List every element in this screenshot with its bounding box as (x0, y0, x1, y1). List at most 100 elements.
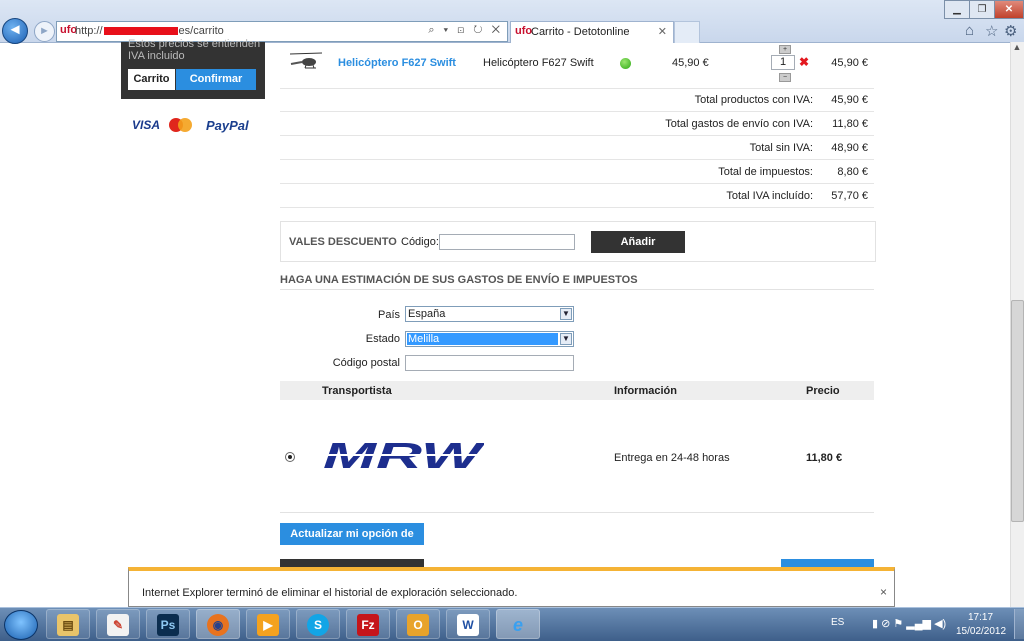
product-total: 45,90 € (831, 57, 868, 69)
discount-box: VALES DESCUENTO Código: Añadir (280, 221, 876, 262)
state-label: Estado (365, 333, 400, 345)
address-bar[interactable]: ufo http://es/carrito ⌕ ▾ ⊡ ↻ ✕ (56, 21, 508, 42)
state-select[interactable]: Melilla ▼ (405, 331, 574, 347)
total-label: Total de impuestos: (718, 166, 813, 178)
taskbar-internet-explorer[interactable]: e (496, 609, 540, 639)
continue-shopping-button[interactable] (280, 559, 424, 567)
scrollbar-thumb[interactable] (1011, 300, 1024, 522)
start-button[interactable] (4, 610, 38, 640)
total-value: 11,80 € (832, 118, 868, 130)
total-row: Total productos con IVA: 45,90 € (280, 88, 874, 112)
tray-icons[interactable]: ▮ ⊘ ⚑ ▂▄▆ ◀) (872, 617, 946, 630)
chevron-down-icon[interactable]: ▼ (560, 308, 572, 320)
taskbar-skype[interactable]: S (296, 609, 340, 639)
update-shipping-button[interactable]: Actualizar mi opción de envío (280, 523, 424, 562)
carrier-table-header: Transportista Información Precio (280, 381, 874, 400)
skype-icon: S (307, 613, 329, 636)
total-row: Total gastos de envío con IVA: 11,80 € (280, 112, 874, 136)
country-select[interactable]: España ▼ (405, 306, 574, 322)
taskbar-media-player[interactable]: ▶ (246, 609, 290, 639)
country-label: País (377, 309, 400, 321)
taskbar-outlook[interactable]: O (396, 609, 440, 639)
paypal-logo: PayPal (206, 118, 249, 133)
country-value: España (408, 308, 446, 320)
tab-close-icon[interactable]: ✕ (658, 25, 667, 38)
total-row: Total IVA incluído: 57,70 € (280, 184, 874, 208)
product-thumbnail[interactable] (288, 50, 324, 72)
shipping-title: HAGA UNA ESTIMACIÓN DE SUS GASTOS DE ENV… (280, 274, 638, 286)
total-value: 45,90 € (831, 94, 868, 106)
product-name-link[interactable]: Helicóptero F627 Swift (338, 57, 456, 69)
word-icon: W (457, 613, 479, 636)
product-description: Helicóptero F627 Swift (483, 57, 594, 69)
taskbar-firefox[interactable]: ◉ (196, 609, 240, 639)
add-discount-button[interactable]: Añadir (591, 231, 685, 253)
taskbar-word[interactable]: W (446, 609, 490, 639)
helicopter-image (289, 52, 323, 69)
postal-code-input[interactable] (405, 355, 574, 371)
product-unit-price: 45,90 € (672, 57, 709, 69)
tab-carrito[interactable]: ufo Carrito - Detotonline ✕ (510, 21, 674, 43)
total-label: Total gastos de envío con IVA: (665, 118, 813, 130)
photoshop-icon: Ps (157, 613, 179, 636)
cart-button[interactable]: Carrito (128, 69, 175, 90)
visa-logo: VISA (132, 118, 161, 132)
system-tray: ES ▮ ⊘ ⚑ ▂▄▆ ◀) 17:17 15/02/2012 (820, 609, 1024, 639)
code-label: Código: (401, 236, 439, 248)
checkout-button[interactable] (781, 559, 874, 567)
forward-arrow-icon[interactable]: ► (34, 21, 55, 42)
folder-icon: ▤ (57, 613, 79, 636)
divider (280, 289, 874, 290)
firefox-icon: ◉ (207, 613, 229, 636)
new-tab-button[interactable] (674, 21, 700, 43)
internet-explorer-icon: e (512, 614, 523, 635)
quantity-input[interactable]: 1 (771, 55, 795, 70)
total-label: Total productos con IVA: (694, 94, 813, 106)
taskbar-explorer[interactable]: ▤ (46, 609, 90, 639)
total-value: 57,70 € (831, 190, 868, 202)
maximize-button[interactable]: ❐ (969, 0, 995, 19)
state-value: Melilla (407, 333, 558, 345)
qty-plus-button[interactable]: + (779, 45, 791, 54)
taskbar-paint[interactable]: ✎ (96, 609, 140, 639)
filezilla-icon: Fz (357, 613, 379, 636)
tab-title: Carrito - Detotonline (531, 26, 630, 38)
back-arrow-icon[interactable]: ◄ (2, 18, 28, 44)
minimize-button[interactable]: ▁ (944, 0, 970, 19)
carrier-price: 11,80 € (806, 452, 843, 464)
close-window-button[interactable]: ✕ (994, 0, 1024, 19)
paint-icon: ✎ (107, 613, 129, 636)
total-label: Total IVA incluído: (726, 190, 813, 202)
header-info: Información (614, 385, 677, 397)
clock-time[interactable]: 17:17 (968, 612, 993, 623)
ie-notification-bar: Internet Explorer terminó de eliminar el… (128, 567, 895, 607)
taskbar-filezilla[interactable]: Fz (346, 609, 390, 639)
gear-icon[interactable]: ⚙ (1004, 22, 1017, 40)
carrier-radio[interactable] (285, 452, 295, 462)
availability-dot (620, 58, 631, 69)
chevron-down-icon[interactable]: ▼ (560, 333, 572, 345)
carrier-info: Entrega en 24-48 horas (614, 452, 730, 464)
url-text: http://es/carrito (75, 25, 224, 37)
delete-icon[interactable]: ✖ (799, 55, 809, 69)
discount-title: VALES DESCUENTO (289, 236, 397, 248)
outlook-icon: O (407, 613, 429, 636)
taskbar-photoshop[interactable]: Ps (146, 609, 190, 639)
total-value: 48,90 € (831, 142, 868, 154)
star-icon[interactable]: ☆ (985, 22, 998, 40)
home-icon[interactable]: ⌂ (965, 22, 974, 39)
close-icon[interactable]: × (880, 585, 887, 599)
confirm-button[interactable]: Confirmar (176, 69, 256, 90)
scroll-up-arrow-icon[interactable]: ▲ (1011, 42, 1023, 56)
address-tools[interactable]: ⌕ ▾ ⊡ ↻ ✕ (428, 24, 503, 37)
header-carrier: Transportista (322, 385, 392, 397)
clock-date[interactable]: 15/02/2012 (956, 626, 1006, 637)
language-indicator[interactable]: ES (831, 617, 844, 628)
show-desktop-button[interactable] (1014, 609, 1024, 639)
total-value: 8,80 € (837, 166, 868, 178)
discount-code-input[interactable] (439, 234, 575, 250)
prices-note: Estos precios se entienden IVA incluido (128, 38, 261, 62)
total-row: Total de impuestos: 8,80 € (280, 160, 874, 184)
qty-minus-button[interactable]: − (779, 73, 791, 82)
total-row: Total sin IVA: 48,90 € (280, 136, 874, 160)
